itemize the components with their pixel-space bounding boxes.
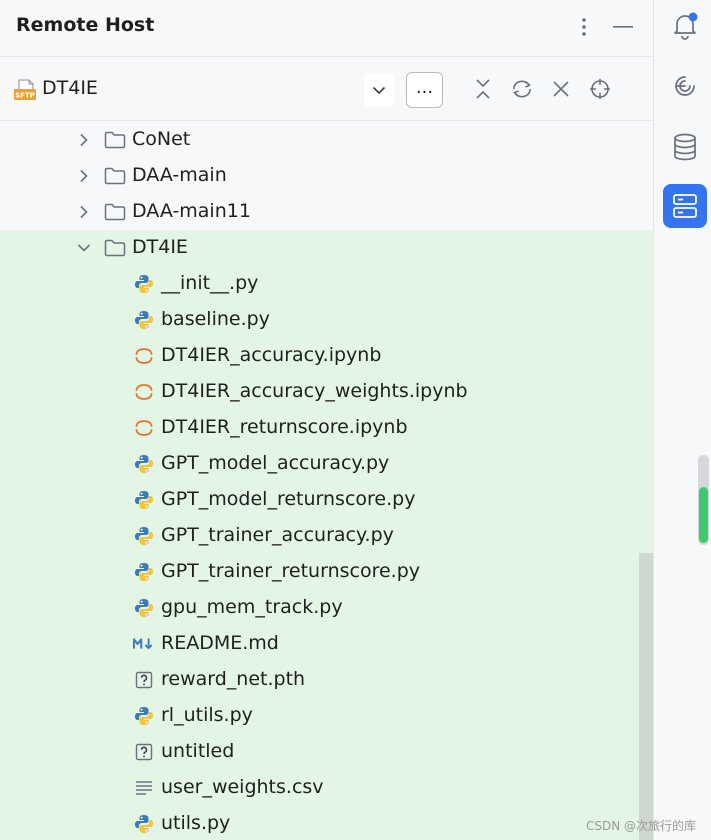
python-file-icon	[133, 490, 155, 510]
python-file-icon	[133, 310, 155, 330]
python-file-icon	[133, 526, 155, 546]
python-file-icon	[133, 454, 155, 474]
folder-icon	[104, 130, 126, 150]
python-file-icon	[133, 598, 155, 618]
tree-item-label: DT4IER_returnscore.ipynb	[161, 416, 408, 438]
tree-item-label: user_weights.csv	[161, 776, 324, 798]
host-dropdown[interactable]	[364, 73, 394, 107]
file-row[interactable]: GPT_trainer_accuracy.py	[0, 518, 653, 554]
sftp-icon: SFTP	[13, 79, 37, 105]
jupyter-notebook-icon	[133, 418, 155, 438]
file-row[interactable]: GPT_model_accuracy.py	[0, 446, 653, 482]
tree-item-label: GPT_model_returnscore.py	[161, 488, 416, 510]
folder-row[interactable]: CoNet	[0, 122, 653, 158]
minimize-icon[interactable]	[608, 12, 638, 42]
file-row[interactable]: DT4IER_accuracy.ipynb	[0, 338, 653, 374]
tree-item-label: DT4IE	[132, 236, 188, 258]
collapse-all-icon[interactable]	[468, 74, 498, 104]
ai-assistant-icon[interactable]	[663, 64, 707, 108]
tree-item-label: CoNet	[132, 128, 191, 150]
tree-item-label: __init__.py	[161, 272, 259, 294]
file-row[interactable]: __init__.py	[0, 266, 653, 302]
host-name: DT4IE	[42, 77, 98, 99]
sidebar-scrollbar[interactable]	[698, 455, 709, 545]
tree-item-label: untitled	[161, 740, 235, 762]
file-row[interactable]: user_weights.csv	[0, 770, 653, 806]
tree-item-label: GPT_trainer_returnscore.py	[161, 560, 421, 582]
file-row[interactable]: untitled	[0, 734, 653, 770]
python-file-icon	[133, 706, 155, 726]
file-row[interactable]: DT4IER_accuracy_weights.ipynb	[0, 374, 653, 410]
file-row[interactable]: gpu_mem_track.py	[0, 590, 653, 626]
options-menu-icon[interactable]	[569, 12, 599, 42]
text-file-icon	[133, 778, 155, 798]
tree-item-label: utils.py	[161, 812, 231, 834]
tree-item-label: README.md	[161, 632, 279, 654]
file-row[interactable]: utils.py	[0, 806, 653, 840]
chevron-right-icon[interactable]	[75, 131, 93, 149]
tree-item-label: DT4IER_accuracy.ipynb	[161, 344, 382, 366]
file-row[interactable]: DT4IER_returnscore.ipynb	[0, 410, 653, 446]
notifications-icon[interactable]	[663, 4, 707, 48]
remote-host-icon[interactable]	[663, 184, 707, 228]
unknown-file-icon	[133, 670, 155, 690]
tree-item-label: reward_net.pth	[161, 668, 306, 690]
tree-item-label: baseline.py	[161, 308, 270, 330]
folder-icon	[104, 202, 126, 222]
chevron-down-icon[interactable]	[75, 239, 93, 257]
tree-item-label: gpu_mem_track.py	[161, 596, 343, 618]
tree-scrollbar[interactable]	[639, 553, 653, 840]
file-row[interactable]: reward_net.pth	[0, 662, 653, 698]
chevron-down-icon	[372, 86, 386, 94]
folder-row[interactable]: DT4IE	[0, 230, 653, 266]
locate-icon[interactable]	[585, 74, 615, 104]
tree-item-label: DAA-main11	[132, 200, 251, 222]
remote-host-panel: Remote Host SFTP DT4IE ... CoNet DAA-mai…	[0, 0, 654, 840]
panel-header: Remote Host	[0, 0, 653, 57]
disconnect-icon[interactable]	[546, 74, 576, 104]
file-tree: CoNet DAA-main DAA-main11 DT4IE __init__.pyb…	[0, 122, 653, 840]
sftp-badge-text: SFTP	[15, 92, 35, 100]
file-row[interactable]: README.md	[0, 626, 653, 662]
folder-row[interactable]: DAA-main11	[0, 194, 653, 230]
panel-title: Remote Host	[16, 14, 155, 36]
folder-icon	[104, 166, 126, 186]
folder-row[interactable]: DAA-main	[0, 158, 653, 194]
tree-item-label: GPT_trainer_accuracy.py	[161, 524, 394, 546]
file-row[interactable]: rl_utils.py	[0, 698, 653, 734]
refresh-icon[interactable]	[507, 74, 537, 104]
database-icon[interactable]	[663, 125, 707, 169]
tree-item-label: DAA-main	[132, 164, 227, 186]
jupyter-notebook-icon	[133, 382, 155, 402]
unknown-file-icon	[133, 742, 155, 762]
file-row[interactable]: GPT_model_returnscore.py	[0, 482, 653, 518]
browse-button[interactable]: ...	[406, 72, 443, 108]
python-file-icon	[133, 274, 155, 294]
tree-item-label: GPT_model_accuracy.py	[161, 452, 390, 474]
tree-item-label: rl_utils.py	[161, 704, 253, 726]
file-row[interactable]: baseline.py	[0, 302, 653, 338]
watermark: CSDN @次旅行的库	[586, 819, 697, 833]
chevron-right-icon[interactable]	[75, 203, 93, 221]
folder-icon	[104, 238, 126, 258]
sidebar-scroll-thumb[interactable]	[699, 487, 708, 543]
file-row[interactable]: GPT_trainer_returnscore.py	[0, 554, 653, 590]
tree-item-label: DT4IER_accuracy_weights.ipynb	[161, 380, 468, 402]
chevron-right-icon[interactable]	[75, 167, 93, 185]
python-file-icon	[133, 814, 155, 834]
jupyter-notebook-icon	[133, 346, 155, 366]
markdown-file-icon	[133, 634, 155, 654]
python-file-icon	[133, 562, 155, 582]
host-toolbar: SFTP DT4IE ...	[0, 57, 653, 121]
right-tool-sidebar	[655, 0, 711, 840]
